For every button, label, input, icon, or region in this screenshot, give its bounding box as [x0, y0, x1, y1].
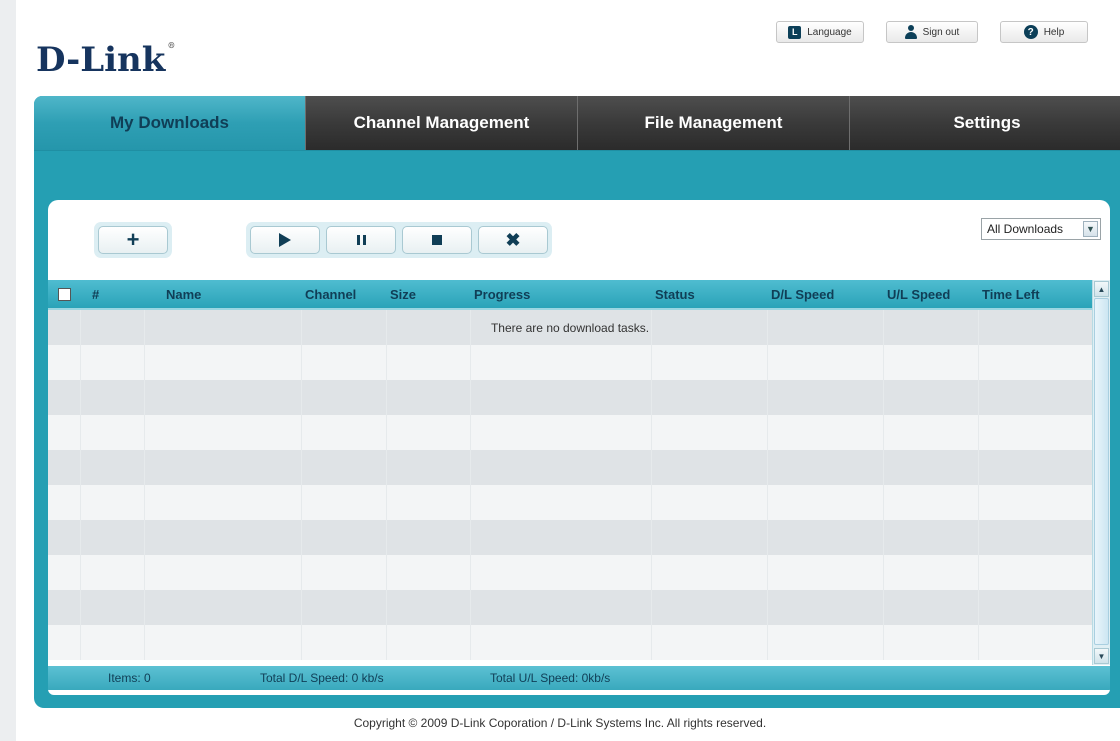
tab-settings[interactable]: Settings — [850, 96, 1120, 150]
column-divider — [144, 310, 145, 660]
tab-channel-management[interactable]: Channel Management — [306, 96, 578, 150]
table-row — [48, 555, 1092, 590]
col-header-dl-speed[interactable]: D/L Speed — [767, 287, 883, 302]
add-button[interactable]: + — [98, 226, 168, 254]
select-all-cell — [48, 287, 80, 301]
start-button[interactable] — [250, 226, 320, 254]
delete-button[interactable]: ✖ — [478, 226, 548, 254]
help-label: Help — [1043, 26, 1065, 38]
col-header-status[interactable]: Status — [651, 287, 767, 302]
table-row — [48, 520, 1092, 555]
column-divider — [386, 310, 387, 660]
items-count: Items: 0 — [108, 671, 151, 685]
dlink-logo: D-Link ® — [36, 40, 176, 80]
scroll-down-icon[interactable]: ▼ — [1094, 648, 1109, 664]
tab-my-downloads[interactable]: My Downloads — [34, 96, 306, 150]
table-scrollbar[interactable]: ▲ ▼ — [1092, 280, 1110, 665]
table-row — [48, 380, 1092, 415]
table-body — [48, 310, 1092, 660]
language-label: Language — [807, 26, 852, 38]
col-header-name[interactable]: Name — [144, 287, 301, 302]
sign-out-label: Sign out — [922, 26, 960, 38]
sign-out-button[interactable]: Sign out — [886, 21, 978, 43]
empty-table-message: There are no download tasks. — [490, 320, 650, 335]
table-row — [48, 590, 1092, 625]
col-header-ul-speed[interactable]: U/L Speed — [883, 287, 978, 302]
chevron-down-icon[interactable]: ▼ — [1083, 221, 1098, 237]
plus-icon: + — [126, 227, 140, 252]
column-divider — [767, 310, 768, 660]
total-dl-speed: Total D/L Speed: 0 kb/s — [260, 671, 384, 685]
download-filter-select[interactable]: All Downloads ▼ — [981, 218, 1101, 240]
tab-file-management[interactable]: File Management — [578, 96, 850, 150]
column-divider — [80, 310, 81, 660]
scrollbar-thumb[interactable] — [1094, 298, 1109, 645]
col-header-number[interactable]: # — [80, 287, 144, 302]
col-header-progress[interactable]: Progress — [470, 287, 651, 302]
language-icon: L — [788, 25, 802, 39]
scroll-up-icon[interactable]: ▲ — [1094, 281, 1109, 297]
column-divider — [470, 310, 471, 660]
status-bar: Items: 0 Total D/L Speed: 0 kb/s Total U… — [48, 666, 1110, 690]
downloads-panel: + ✖ All Downloads ▼ # Name Channel Size … — [48, 200, 1110, 695]
add-toolbar: + — [94, 222, 172, 258]
table-row — [48, 415, 1092, 450]
column-divider — [301, 310, 302, 660]
col-header-time-left[interactable]: Time Left — [978, 287, 1092, 302]
tab-bar: My Downloads Channel Management File Man… — [34, 96, 1120, 150]
column-divider — [651, 310, 652, 660]
total-ul-speed: Total U/L Speed: 0kb/s — [490, 671, 611, 685]
help-button[interactable]: ? Help — [1000, 21, 1088, 43]
user-icon — [904, 25, 917, 39]
table-row — [48, 485, 1092, 520]
table-header: # Name Channel Size Progress Status D/L … — [48, 280, 1092, 310]
copyright-text: Copyright © 2009 D-Link Coporation / D-L… — [353, 716, 767, 730]
column-divider — [883, 310, 884, 660]
close-icon: ✖ — [505, 230, 521, 250]
pause-icon — [356, 235, 366, 245]
control-toolbar: ✖ — [246, 222, 552, 258]
col-header-size[interactable]: Size — [386, 287, 470, 302]
main-frame: My Downloads Channel Management File Man… — [34, 96, 1120, 708]
tab-divider — [34, 150, 1120, 151]
pause-button[interactable] — [326, 226, 396, 254]
play-icon — [279, 233, 291, 247]
filter-selected-value: All Downloads — [987, 222, 1064, 236]
column-divider — [978, 310, 979, 660]
table-row — [48, 625, 1092, 660]
table-row — [48, 450, 1092, 485]
language-button[interactable]: L Language — [776, 21, 864, 43]
help-icon: ? — [1023, 25, 1038, 39]
col-header-channel[interactable]: Channel — [301, 287, 386, 302]
page: D-Link ® L Language Sign out ? Help My Do… — [16, 0, 1120, 741]
stop-button[interactable] — [402, 226, 472, 254]
select-all-checkbox[interactable] — [57, 287, 71, 301]
stop-icon — [432, 235, 442, 245]
table-row — [48, 345, 1092, 380]
